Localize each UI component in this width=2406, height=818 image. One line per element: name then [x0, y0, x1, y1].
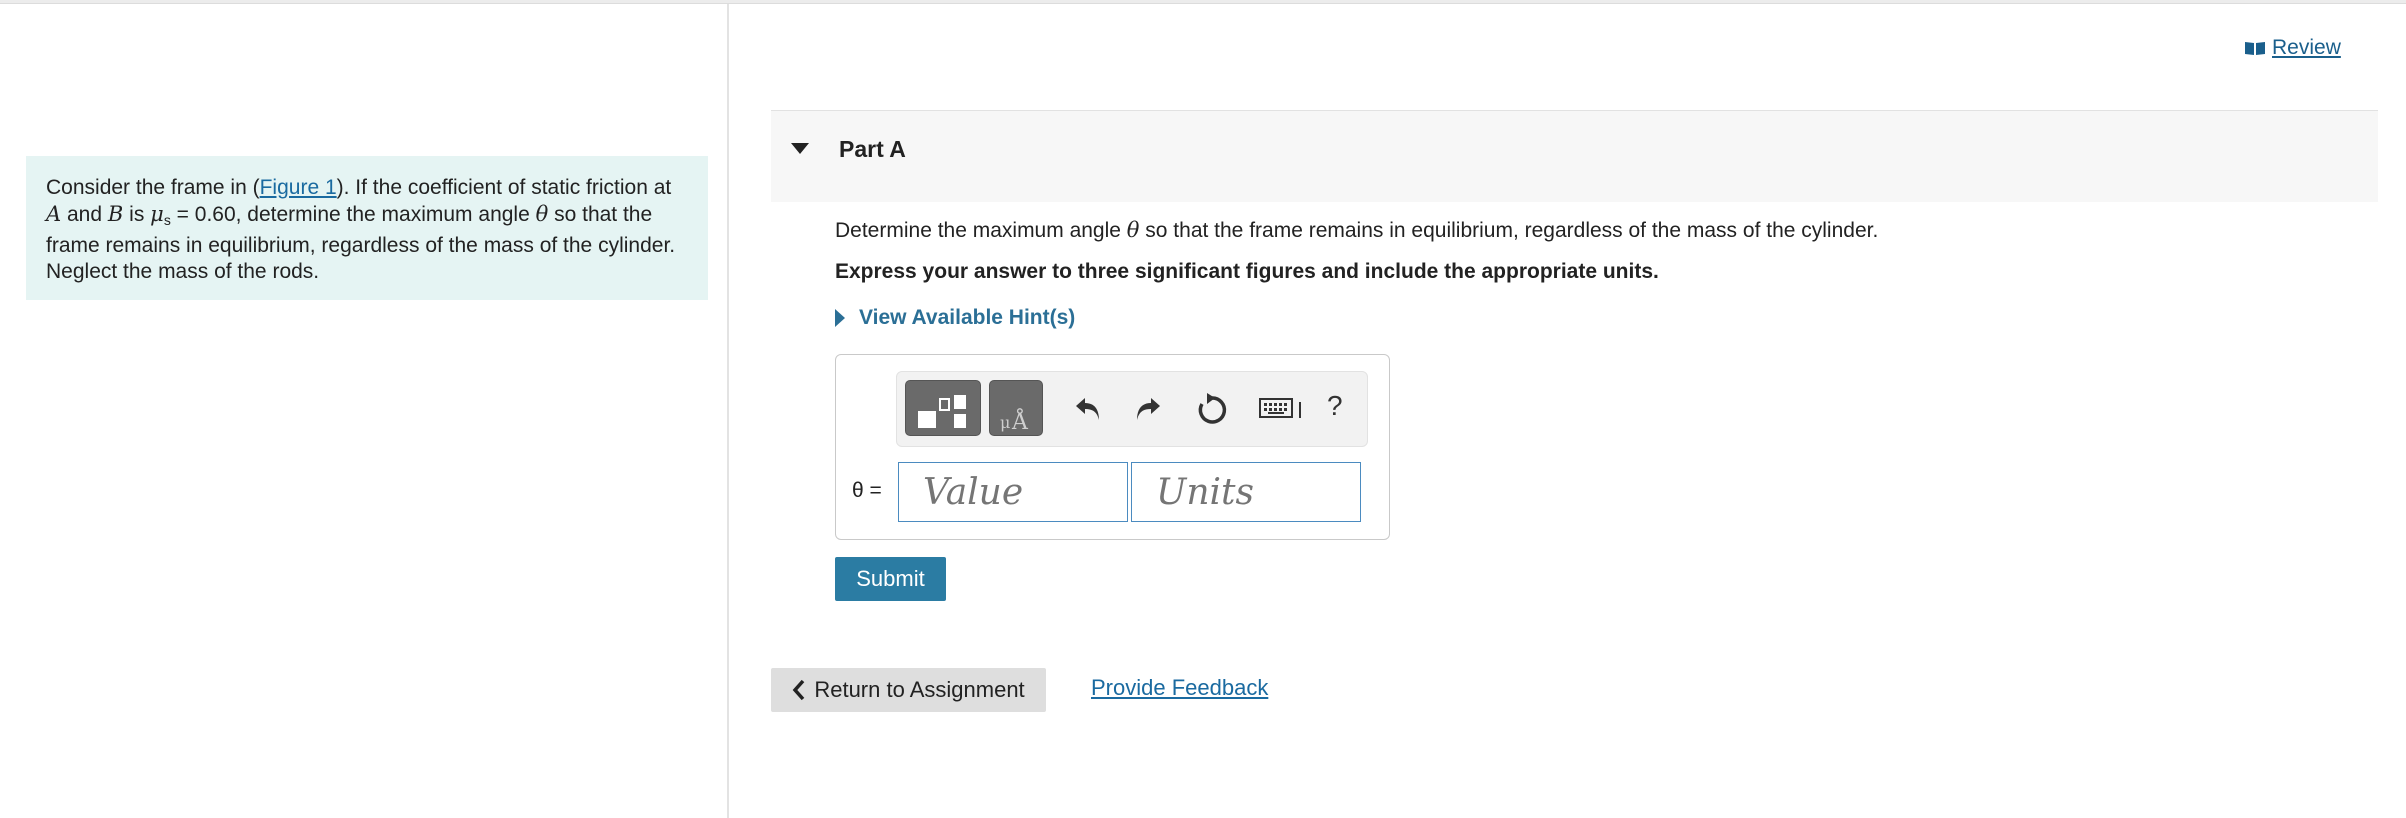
- part-question: Determine the maximum angle θ so that th…: [835, 218, 1878, 243]
- value-input[interactable]: [898, 462, 1128, 522]
- question-theta-symbol: θ: [1126, 218, 1140, 242]
- problem-text-mu-value: = 0.60, determine the maximum angle: [170, 203, 536, 226]
- collapse-caret-icon[interactable]: [791, 143, 809, 154]
- mu-symbol: μ: [150, 202, 164, 226]
- svg-text:μ: μ: [1000, 413, 1010, 432]
- problem-text-intro: Consider the frame in (: [46, 176, 260, 199]
- review-label: Review: [2272, 36, 2341, 59]
- panel-divider: [727, 4, 729, 818]
- figure-link[interactable]: Figure 1: [260, 176, 337, 199]
- review-link[interactable]: Review: [2244, 36, 2341, 60]
- help-icon[interactable]: ?: [1327, 390, 1343, 422]
- mu-subscript: s: [163, 212, 171, 228]
- top-rule: [0, 0, 2406, 4]
- part-a-header[interactable]: Part A: [771, 110, 2378, 202]
- units-button[interactable]: μ Å: [989, 380, 1043, 436]
- answer-variable: θ =: [852, 479, 882, 502]
- keyboard-icon[interactable]: [1259, 396, 1305, 422]
- chevron-left-icon: [792, 679, 805, 701]
- point-a-symbol: A: [46, 202, 62, 226]
- problem-text-after-link: ). If the coefficient of static friction…: [336, 176, 672, 199]
- answer-variable-label: θ =: [852, 479, 882, 503]
- redo-icon[interactable]: [1133, 392, 1163, 424]
- problem-statement: Consider the frame in (Figure 1). If the…: [26, 156, 708, 300]
- return-label: Return to Assignment: [814, 677, 1025, 702]
- templates-icon: [918, 395, 966, 428]
- return-to-assignment-button[interactable]: Return to Assignment: [771, 668, 1046, 712]
- question-text-after: so that the frame remains in equilibrium…: [1139, 219, 1879, 242]
- provide-feedback-link[interactable]: Provide Feedback: [1091, 675, 1268, 701]
- answer-instruction: Express your answer to three significant…: [835, 260, 1659, 283]
- hints-label: View Available Hint(s): [859, 306, 1076, 329]
- point-b-symbol: B: [107, 202, 124, 226]
- part-title: Part A: [839, 136, 906, 162]
- units-icon: μ Å: [1000, 407, 1029, 435]
- view-hints-toggle[interactable]: View Available Hint(s): [835, 306, 1075, 330]
- problem-text-is: is: [123, 203, 151, 226]
- answer-box: μ Å ? θ =: [835, 354, 1390, 540]
- units-input[interactable]: [1131, 462, 1361, 522]
- book-icon: [2245, 42, 2265, 55]
- problem-text-and: and: [61, 203, 108, 226]
- theta-symbol: θ: [535, 202, 549, 226]
- math-toolbar: μ Å ?: [896, 371, 1368, 447]
- submit-button[interactable]: Submit: [835, 557, 946, 601]
- reset-icon[interactable]: [1195, 392, 1229, 426]
- svg-text:Å: Å: [1011, 407, 1029, 435]
- templates-button[interactable]: [905, 380, 981, 436]
- question-text-before: Determine the maximum angle: [835, 219, 1127, 242]
- expand-caret-icon: [835, 309, 845, 327]
- undo-icon[interactable]: [1073, 392, 1103, 424]
